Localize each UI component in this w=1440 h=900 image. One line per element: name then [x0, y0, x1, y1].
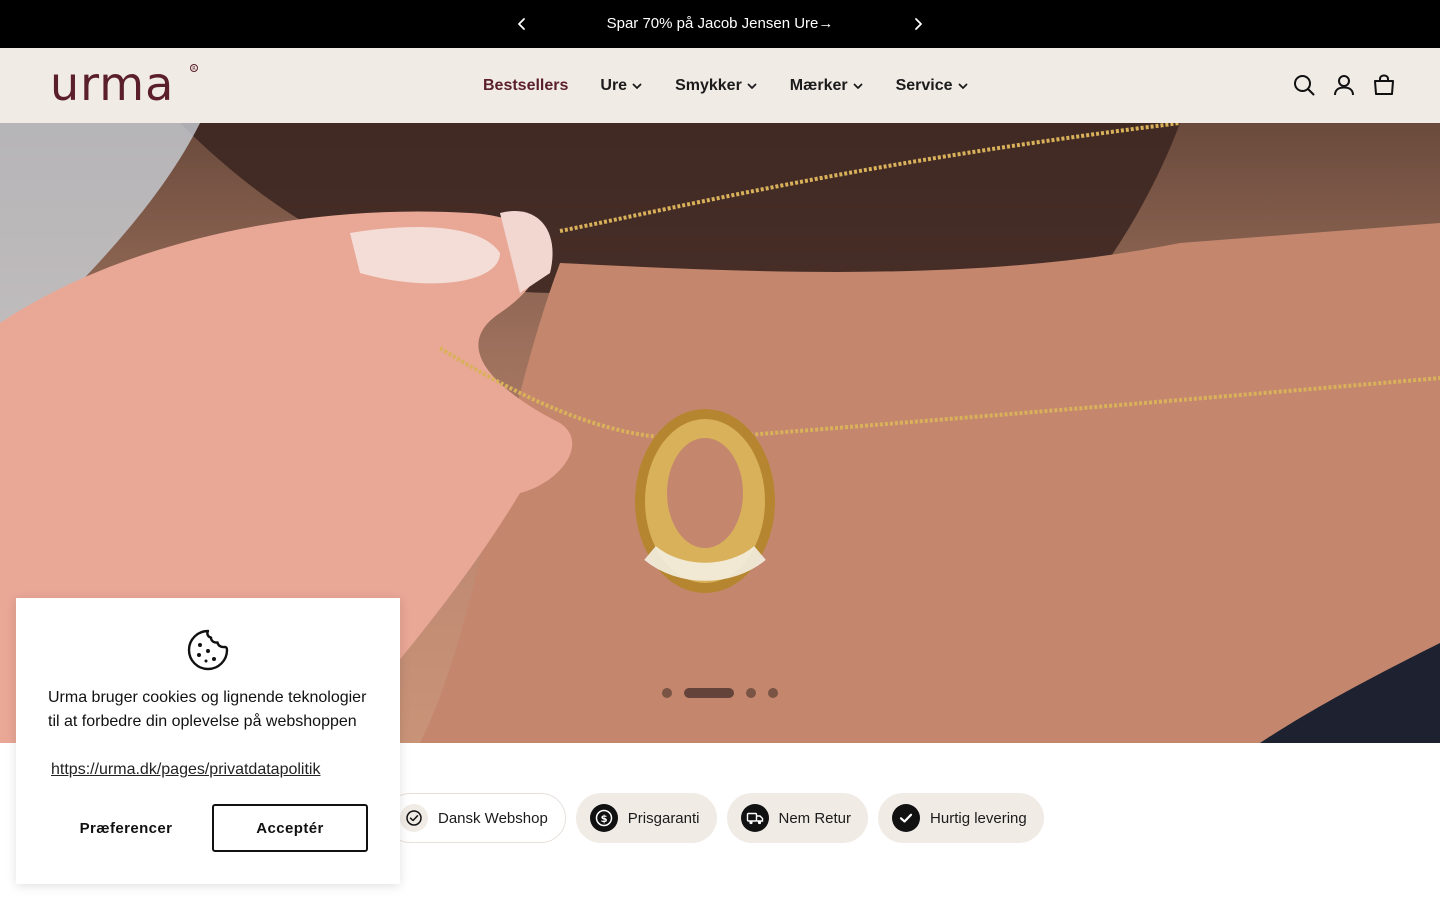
slider-dot[interactable] — [768, 688, 778, 698]
usp-label: Hurtig levering — [930, 809, 1027, 827]
usp-dansk-webshop: Dansk Webshop — [385, 793, 566, 843]
account-icon — [1334, 75, 1354, 96]
cookie-icon — [187, 629, 229, 671]
slider-pagination — [662, 688, 778, 698]
cart-icon — [1374, 74, 1394, 95]
chevron-down-icon — [747, 83, 757, 89]
svg-text:urma: urma — [50, 60, 174, 110]
search-button[interactable] — [1292, 73, 1316, 97]
account-button[interactable] — [1332, 73, 1356, 97]
nav-item-ure[interactable]: Ure — [600, 77, 643, 95]
usp-label: Dansk Webshop — [438, 809, 548, 827]
announcement-message[interactable]: Spar 70% på Jacob Jensen Ure→ — [540, 0, 900, 48]
truck-icon — [740, 804, 769, 832]
chevron-down-icon — [958, 83, 967, 89]
usp-nem-retur: Nem Retur — [726, 793, 869, 843]
slider-dot[interactable] — [662, 688, 672, 698]
cart-button[interactable] — [1372, 73, 1396, 97]
urma-logo[interactable]: urma R — [50, 57, 200, 111]
main-nav: Bestsellers Ure Smykker Mærker Service — [483, 48, 969, 123]
logo-wordmark: urma R — [50, 57, 198, 111]
announcement-bar: Spar 70% på Jacob Jensen Ure→ — [0, 0, 1440, 48]
nav-item-label: Ure — [600, 76, 628, 94]
nav-item-maerker[interactable]: Mærker — [790, 77, 864, 95]
svg-text:$: $ — [600, 814, 607, 825]
chevron-down-icon — [632, 83, 642, 89]
slider-dot-active[interactable] — [684, 688, 734, 698]
nav-item-service[interactable]: Service — [896, 77, 969, 95]
slider-dot[interactable] — [746, 688, 756, 698]
check-badge-icon — [400, 804, 428, 832]
usp-hurtig-levering: Hurtig levering — [878, 793, 1044, 843]
usp-label: Nem Retur — [778, 809, 852, 827]
chevron-left-icon — [518, 18, 525, 30]
privacy-policy-link[interactable]: https://urma.dk/pages/privatdatapolitik — [51, 761, 320, 779]
checkmark-icon — [892, 804, 921, 832]
nav-item-smykker[interactable]: Smykker — [675, 77, 758, 95]
dollar-coin-icon: $ — [589, 804, 618, 832]
cookie-accept-button[interactable]: Acceptér — [212, 804, 368, 852]
usp-label: Prisgaranti — [627, 809, 700, 827]
nav-item-label: Mærker — [789, 76, 848, 94]
search-icon — [1294, 75, 1315, 96]
site-header: urma R Bestsellers Ure Smykker Mærker Se… — [0, 48, 1440, 123]
cookie-text: Urma bruger cookies og lignende teknolog… — [48, 689, 367, 730]
nav-item-label: Service — [895, 76, 953, 94]
usp-prisgaranti: $ Prisgaranti — [575, 793, 717, 843]
cookie-banner: Urma bruger cookies og lignende teknolog… — [16, 598, 400, 884]
announcement-prev-button[interactable] — [510, 12, 534, 36]
chevron-right-icon — [915, 18, 922, 30]
announcement-next-button[interactable] — [906, 12, 930, 36]
nav-item-bestsellers[interactable]: Bestsellers — [483, 77, 568, 95]
svg-text:R: R — [192, 66, 196, 72]
cookie-preferences-button[interactable]: Præferencer — [48, 804, 204, 852]
header-actions — [1292, 73, 1396, 97]
nav-item-label: Smykker — [675, 76, 742, 94]
chevron-down-icon — [853, 83, 863, 89]
nav-item-label: Bestsellers — [483, 76, 569, 94]
usp-bar: Dansk Webshop $ Prisgaranti Nem Retur Hu… — [385, 793, 1044, 843]
